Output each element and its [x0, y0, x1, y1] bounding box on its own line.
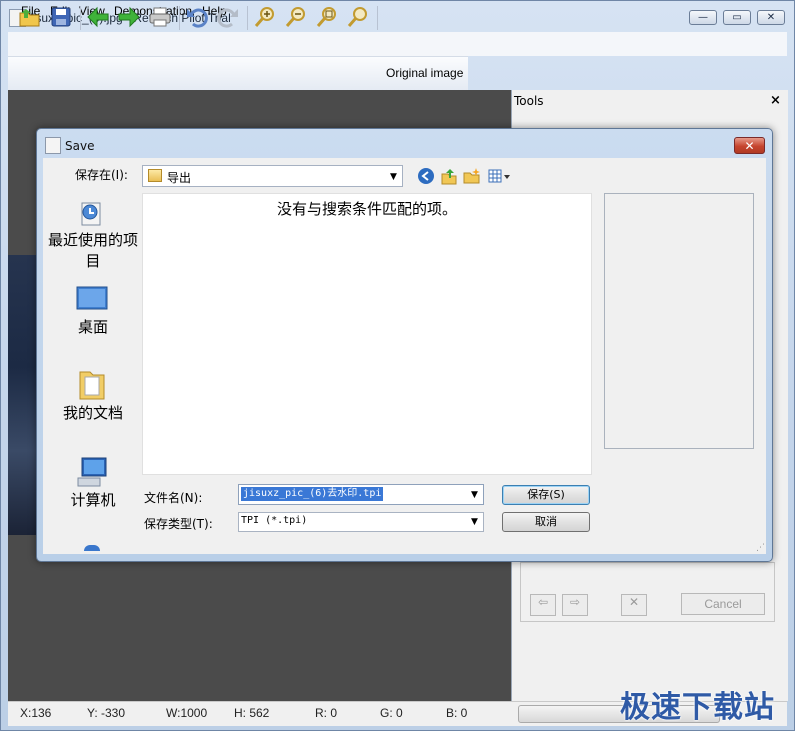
tools-panel-title: Tools: [514, 94, 544, 108]
original-image-button[interactable]: Original image: [386, 66, 463, 80]
file-type-label: 保存类型(T):: [144, 517, 213, 531]
maximize-button[interactable]: ▭: [723, 10, 751, 25]
place-documents-label[interactable]: 我的文档: [43, 403, 143, 424]
dialog-close-button[interactable]: ✕: [734, 137, 765, 154]
save-in-value: 导出: [167, 171, 192, 185]
documents-icon[interactable]: [76, 368, 108, 402]
place-computer-label[interactable]: 计算机: [43, 490, 143, 511]
desktop-icon[interactable]: [76, 285, 108, 313]
status-blue: B: 0: [446, 706, 468, 720]
file-type-value: TPI (*.tpi): [241, 515, 308, 526]
toolbar-separator: [247, 6, 248, 30]
image-preview: [8, 255, 38, 535]
undo-icon[interactable]: [185, 5, 209, 29]
chevron-down-icon[interactable]: ▼: [390, 172, 397, 182]
view-menu-icon[interactable]: [488, 167, 512, 185]
status-x: X:136: [20, 706, 52, 720]
computer-icon[interactable]: [76, 456, 110, 488]
status-width: W:1000: [166, 706, 208, 720]
file-name-value[interactable]: jisuxz_pic_(6)去水印.tpi: [241, 487, 384, 501]
tools-panel-close-icon[interactable]: ×: [770, 93, 781, 108]
status-red: R: 0: [315, 706, 338, 720]
place-recent-label[interactable]: 最近使用的项目: [43, 230, 143, 272]
back-icon[interactable]: [417, 167, 435, 185]
redo-icon[interactable]: [216, 5, 240, 29]
place-desktop-label[interactable]: 桌面: [43, 317, 143, 338]
status-y: Y: -330: [87, 706, 126, 720]
no-match-message: 没有与搜索条件匹配的项。: [276, 200, 457, 218]
folder-icon: [148, 169, 162, 182]
cancel-button[interactable]: 取消: [502, 512, 590, 532]
tool-next-arrow-icon[interactable]: ⇨: [562, 594, 588, 616]
toolbar-separator: [80, 6, 81, 30]
status-green: G: 0: [380, 706, 403, 720]
open-icon[interactable]: [18, 5, 42, 29]
file-list[interactable]: [142, 193, 592, 475]
dialog-app-icon: [45, 137, 61, 154]
close-button[interactable]: ✕: [757, 10, 785, 25]
status-height: H: 562: [234, 706, 270, 720]
file-name-label: 文件名(N):: [144, 491, 203, 505]
dialog-title: Save: [65, 139, 95, 153]
minimize-button[interactable]: —: [689, 10, 717, 25]
tool-delete-icon[interactable]: ✕: [621, 594, 647, 616]
network-icon[interactable]: [84, 545, 100, 551]
preview-pane: [604, 193, 754, 449]
save-icon[interactable]: [49, 5, 73, 29]
forward-arrow-icon[interactable]: [117, 5, 141, 29]
menu-bar: [8, 32, 787, 56]
toolbar-separator: [377, 6, 378, 30]
resize-grip-icon[interactable]: ⋰: [756, 543, 765, 553]
chevron-down-icon[interactable]: ▼: [471, 517, 478, 527]
new-folder-icon[interactable]: [463, 167, 481, 185]
watermark-logo: 极速下载站: [620, 690, 775, 725]
print-icon[interactable]: [148, 5, 172, 29]
back-arrow-icon[interactable]: [86, 5, 110, 29]
save-button[interactable]: 保存(S): [502, 485, 590, 505]
tool-prev-arrow-icon[interactable]: ⇦: [530, 594, 556, 616]
up-folder-icon[interactable]: [440, 167, 458, 185]
toolbar-separator: [179, 6, 180, 30]
chevron-down-icon[interactable]: ▼: [471, 490, 478, 500]
save-in-label: 保存在(I):: [75, 168, 128, 182]
zoom-in-icon[interactable]: [253, 5, 277, 29]
zoom-fit-icon[interactable]: [315, 5, 339, 29]
tools-cancel-button[interactable]: Cancel: [681, 593, 765, 615]
zoom-out-icon[interactable]: [284, 5, 308, 29]
zoom-actual-icon[interactable]: [346, 5, 370, 29]
recent-items-icon[interactable]: [76, 197, 108, 229]
